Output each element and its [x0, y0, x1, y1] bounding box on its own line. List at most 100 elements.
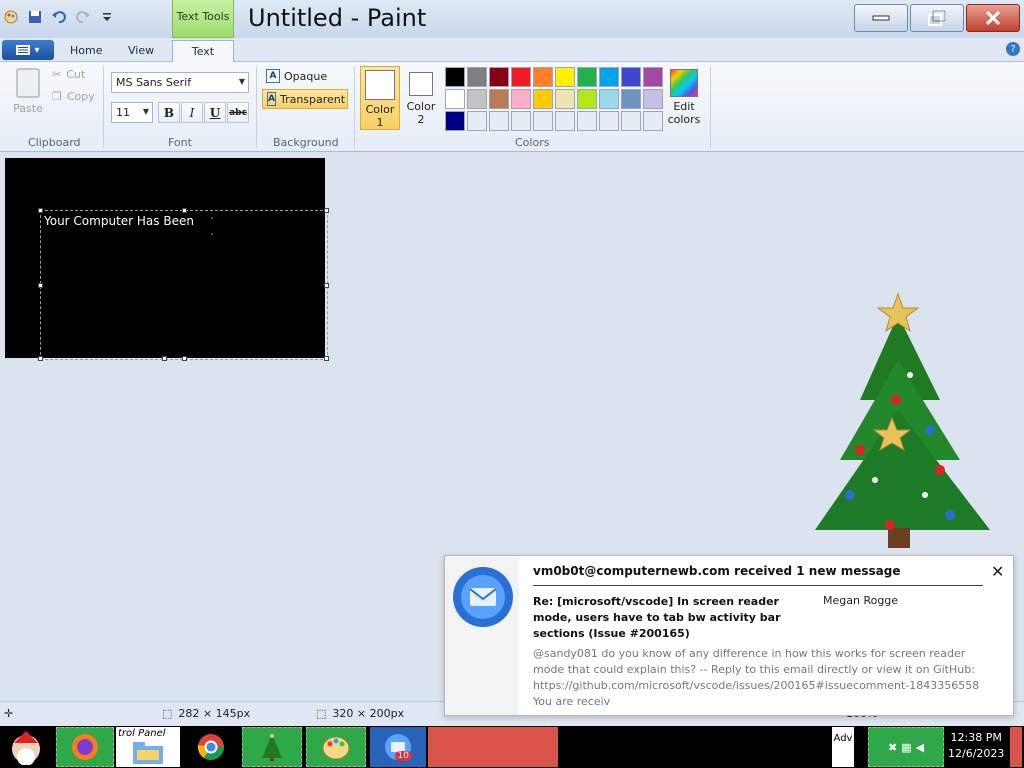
palette-swatch[interactable]	[445, 67, 465, 87]
undo-icon[interactable]	[50, 8, 68, 26]
clipboard-icon	[16, 68, 40, 98]
resize-handle[interactable]	[38, 356, 43, 361]
clipboard-group-label: Clipboard	[28, 136, 81, 149]
font-size-select[interactable]: 11 ▼	[111, 102, 153, 123]
taskbar-chrome[interactable]	[184, 727, 238, 767]
clock-date: 12/6/2023	[948, 747, 1005, 760]
taskbar-firefox[interactable]	[56, 727, 114, 767]
palette-swatch[interactable]	[467, 111, 487, 131]
edit-colors-button[interactable]: Edit colors	[664, 66, 704, 130]
palette-swatch[interactable]	[555, 111, 575, 131]
color2-button[interactable]: Color 2	[402, 66, 440, 130]
palette-swatch[interactable]	[621, 67, 641, 87]
palette-swatch[interactable]	[643, 67, 663, 87]
redo-icon[interactable]	[74, 8, 92, 26]
palette-swatch[interactable]	[621, 111, 641, 131]
taskbar-thunderbird[interactable]: 10	[370, 727, 426, 767]
paint-app-icon[interactable]	[2, 8, 20, 26]
tab-home[interactable]: Home	[56, 40, 116, 62]
close-icon[interactable]: ✕	[991, 562, 1004, 581]
palette-swatch[interactable]	[577, 111, 597, 131]
palette-swatch[interactable]	[445, 111, 465, 131]
palette-swatch[interactable]	[643, 111, 663, 131]
palette-swatch[interactable]	[489, 89, 509, 109]
palette-swatch[interactable]	[577, 67, 597, 87]
network-error-icon[interactable]: ✖	[888, 741, 897, 754]
palette-swatch[interactable]	[511, 111, 531, 131]
taskbar: trol Panel 10 Adv ✖ ▦ ◀ 12:38 PM 12/6/20…	[0, 726, 1024, 768]
color1-label-line2: 1	[376, 116, 384, 129]
resize-handle[interactable]	[324, 356, 329, 361]
start-button[interactable]	[4, 727, 48, 767]
palette-swatch[interactable]	[577, 89, 597, 109]
tray-adv[interactable]: Adv	[832, 727, 854, 767]
restore-button[interactable]	[910, 4, 964, 32]
canvas-text[interactable]: Your Computer Has Been	[44, 214, 194, 228]
volume-icon[interactable]: ◀	[916, 741, 924, 754]
minimize-button[interactable]	[854, 4, 908, 32]
palette-swatch[interactable]	[621, 89, 641, 109]
palette-swatch[interactable]	[599, 89, 619, 109]
resize-handle[interactable]	[38, 208, 43, 213]
text-input-box[interactable]: Your Computer Has Been	[38, 208, 329, 361]
bold-button[interactable]: B	[158, 102, 180, 123]
tab-view[interactable]: View	[114, 40, 168, 62]
cut-button[interactable]: ✂ Cut	[52, 68, 85, 81]
resize-handle[interactable]	[182, 356, 187, 361]
palette-swatch[interactable]	[599, 111, 619, 131]
help-icon[interactable]: ?	[1006, 42, 1020, 56]
system-tray[interactable]: ✖ ▦ ◀	[868, 727, 944, 767]
palette-swatch[interactable]	[599, 67, 619, 87]
palette-swatch[interactable]	[533, 67, 553, 87]
menu-icon	[16, 45, 31, 55]
color2-label-line2: 2	[417, 113, 425, 126]
resize-handle[interactable]	[324, 208, 329, 213]
resize-handle[interactable]	[38, 283, 43, 288]
close-button[interactable]	[966, 4, 1020, 32]
font-family-value: MS Sans Serif	[116, 76, 192, 89]
palette-swatch[interactable]	[533, 89, 553, 109]
paste-button[interactable]: Paste	[8, 66, 48, 120]
taskbar-paint[interactable]	[306, 727, 366, 767]
save-icon[interactable]	[26, 8, 44, 26]
palette-swatch[interactable]	[511, 67, 531, 87]
notification-icon-area	[445, 556, 519, 715]
palette-swatch[interactable]	[643, 89, 663, 109]
strikethrough-button[interactable]: abc	[227, 102, 249, 123]
taskbar-clock[interactable]: 12:38 PM 12/6/2023	[948, 730, 1004, 762]
palette-swatch[interactable]	[511, 89, 531, 109]
mail-notification[interactable]: vm0b0t@computernewb.com received 1 new m…	[444, 555, 1014, 716]
color1-swatch	[365, 70, 395, 100]
taskbar-empty-slot[interactable]	[428, 727, 558, 767]
palette-swatch[interactable]	[555, 89, 575, 109]
customize-toolbar-icon[interactable]	[98, 8, 116, 26]
opaque-button[interactable]: A Opaque	[262, 66, 331, 86]
palette-swatch[interactable]	[533, 111, 553, 131]
transparent-button[interactable]: A Transparent	[262, 89, 348, 109]
copy-button[interactable]: ❐ Copy	[52, 90, 95, 103]
notification-body[interactable]: @sandy081 do you know of any difference …	[533, 646, 993, 710]
show-desktop-button[interactable]	[1010, 727, 1022, 767]
palette-swatch[interactable]	[467, 67, 487, 87]
separator	[103, 66, 104, 148]
resize-handle[interactable]	[162, 356, 167, 361]
notification-subject[interactable]: Re: [microsoft/vscode] In screen reader …	[533, 594, 813, 642]
color1-button[interactable]: Color 1	[360, 66, 400, 130]
font-family-select[interactable]: MS Sans Serif ▼	[111, 72, 249, 93]
underline-button[interactable]: U	[204, 102, 226, 123]
image-size-text: 320 × 200px	[332, 707, 405, 720]
resize-handle[interactable]	[182, 208, 187, 213]
tab-text[interactable]: Text	[172, 40, 234, 64]
resize-handle[interactable]	[324, 283, 329, 288]
paint-menu-button[interactable]: ▾	[2, 40, 54, 60]
palette-swatch[interactable]	[489, 111, 509, 131]
palette-swatch[interactable]	[555, 67, 575, 87]
text-cursor-dot	[211, 233, 213, 235]
italic-button[interactable]: I	[181, 102, 203, 123]
taskbar-christmas-app[interactable]	[242, 727, 302, 767]
palette-swatch[interactable]	[445, 89, 465, 109]
palette-swatch[interactable]	[467, 89, 487, 109]
taskbar-control-panel[interactable]: trol Panel	[116, 727, 180, 767]
network-icon[interactable]: ▦	[901, 741, 911, 754]
palette-swatch[interactable]	[489, 67, 509, 87]
